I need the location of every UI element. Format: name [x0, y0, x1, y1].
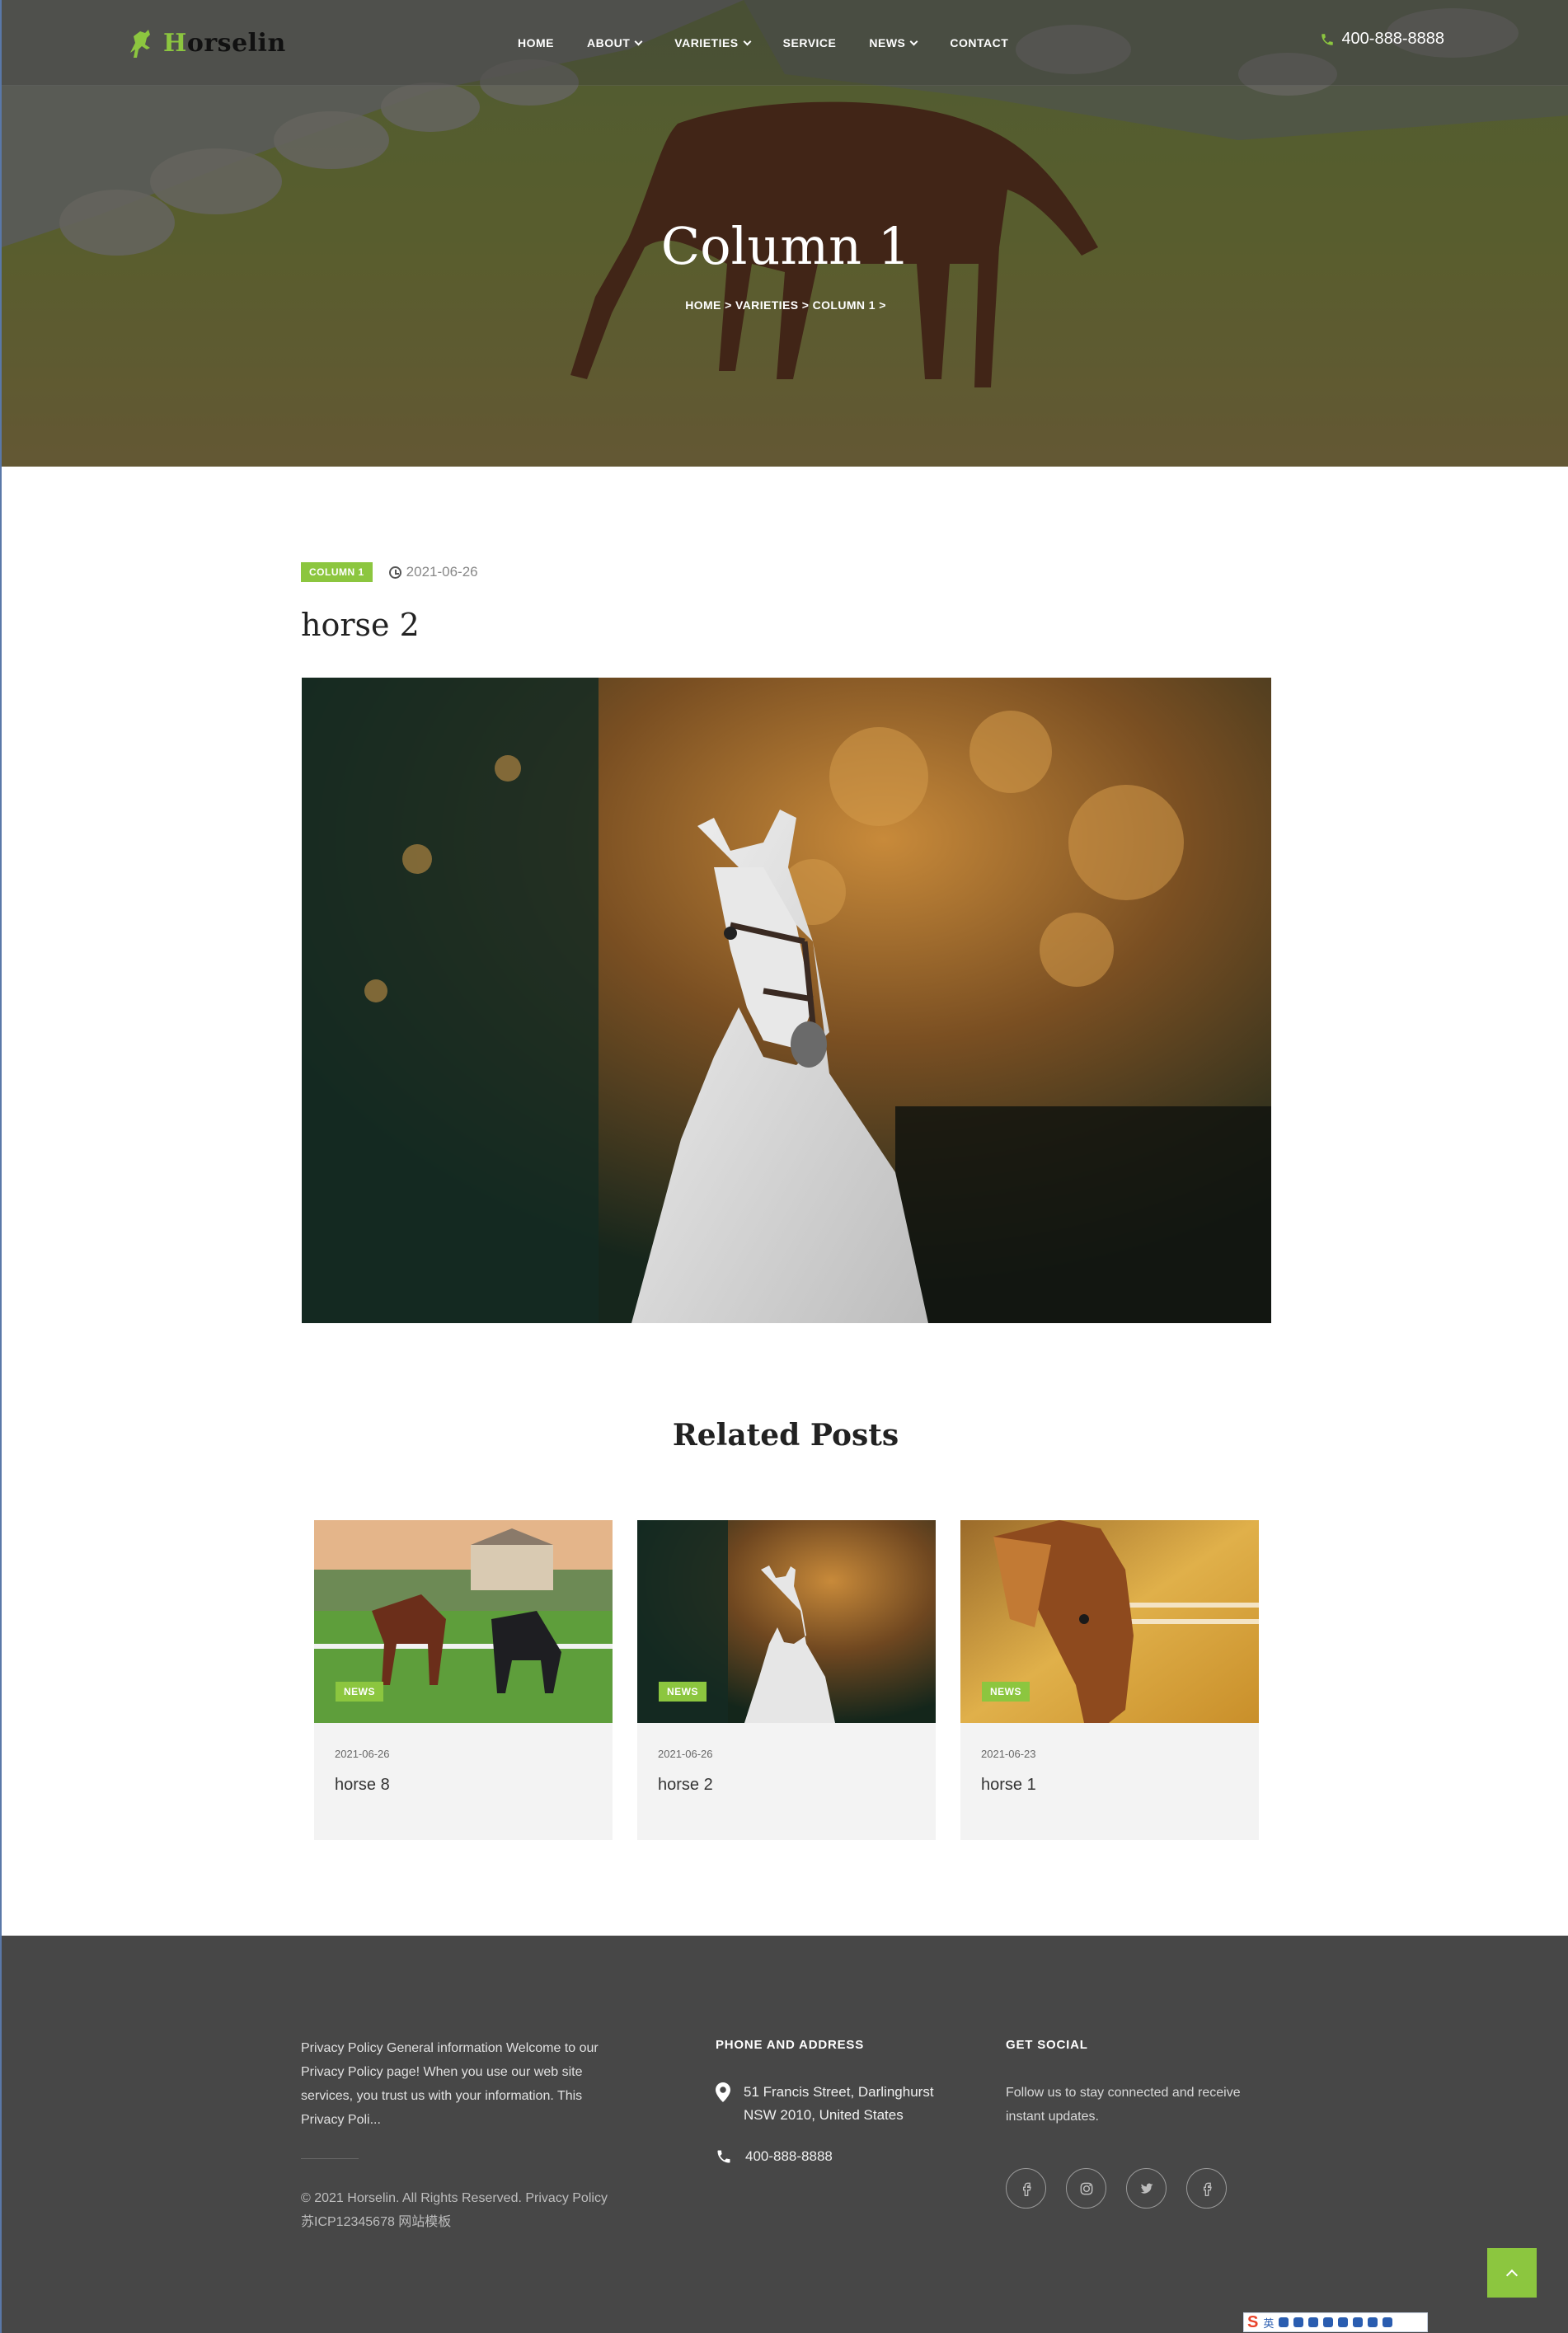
- post-title: horse 2: [301, 607, 420, 643]
- ime-tool-icon: [1293, 2317, 1304, 2327]
- nav-news-label: NEWS: [869, 36, 906, 49]
- related-post-card[interactable]: NEWS 2021-06-26 horse 8: [314, 1520, 613, 1840]
- nav-varieties-label: VARIETIES: [674, 36, 739, 49]
- breadcrumb-separator: >: [801, 298, 810, 312]
- footer-phone[interactable]: 400-888-8888: [716, 2148, 833, 2165]
- nav-varieties[interactable]: VARIETIES: [674, 31, 752, 54]
- top-navbar: Horselin HOME ABOUT VARIETIES SERVICE NE…: [2, 0, 1568, 86]
- instagram-icon: [1080, 2182, 1092, 2195]
- page-title: Column 1: [660, 216, 911, 276]
- nav-home-label: HOME: [518, 36, 554, 49]
- header-phone[interactable]: 400-888-8888: [1320, 30, 1444, 49]
- ime-tool-icon: [1323, 2317, 1334, 2327]
- facebook-icon: [1203, 2182, 1212, 2196]
- chevron-up-icon: [1505, 2269, 1519, 2282]
- site-logo[interactable]: Horselin: [125, 25, 286, 61]
- twitter-link[interactable]: [1126, 2168, 1167, 2209]
- phone-icon: [717, 2150, 730, 2163]
- breadcrumb-column[interactable]: COLUMN 1: [813, 298, 876, 312]
- related-post-image: NEWS: [314, 1520, 613, 1723]
- footer-address-text: 51 Francis Street, Darlinghurst NSW 2010…: [744, 2084, 934, 2123]
- ime-tool-icon: [1279, 2317, 1289, 2327]
- hero-banner: Horselin HOME ABOUT VARIETIES SERVICE NE…: [2, 0, 1568, 467]
- card-date: 2021-06-26: [658, 1748, 713, 1760]
- card-title[interactable]: horse 2: [658, 1776, 713, 1795]
- nav-about-label: ABOUT: [587, 36, 631, 49]
- footer-about-text: Privacy Policy General information Welco…: [301, 2041, 599, 2127]
- footer-address: 51 Francis Street, Darlinghurst NSW 2010…: [716, 2081, 966, 2127]
- nav-home[interactable]: HOME: [518, 31, 554, 54]
- ime-tool-icon: [1368, 2317, 1378, 2327]
- related-post-card[interactable]: NEWS 2021-06-23 horse 1: [960, 1520, 1259, 1840]
- back-to-top-button[interactable]: [1487, 2248, 1537, 2298]
- related-post-image: NEWS: [960, 1520, 1259, 1723]
- footer-social-heading: GET SOCIAL: [1006, 2038, 1088, 2052]
- chevron-down-icon: [909, 37, 918, 45]
- facebook-link-2[interactable]: [1186, 2168, 1227, 2209]
- breadcrumb-home[interactable]: HOME: [685, 298, 721, 312]
- breadcrumb-varieties[interactable]: VARIETIES: [735, 298, 798, 312]
- ime-tool-icon: [1353, 2317, 1364, 2327]
- breadcrumb-separator: >: [879, 298, 886, 312]
- card-title[interactable]: horse 8: [335, 1776, 390, 1795]
- chevron-down-icon: [743, 37, 752, 45]
- card-date: 2021-06-23: [981, 1748, 1036, 1760]
- post-meta: COLUMN 1 2021-06-26: [301, 562, 478, 582]
- post-date: 2021-06-26: [388, 564, 478, 580]
- nav-contact[interactable]: CONTACT: [950, 31, 1008, 54]
- social-links: [1006, 2168, 1227, 2209]
- white-horse-image: [302, 678, 1271, 1323]
- main-nav: HOME ABOUT VARIETIES SERVICE NEWS CONTAC…: [518, 31, 1041, 54]
- card-title[interactable]: horse 1: [981, 1776, 1036, 1795]
- nav-service[interactable]: SERVICE: [783, 31, 837, 54]
- horse-logo-icon: [130, 30, 150, 58]
- site-name: Horselin: [163, 29, 286, 58]
- nav-about[interactable]: ABOUT: [587, 31, 643, 54]
- facebook-link[interactable]: [1006, 2168, 1046, 2209]
- ime-tool-icon: [1308, 2317, 1319, 2327]
- nav-service-label: SERVICE: [782, 36, 837, 49]
- footer-social-text: Follow us to stay connected and receive …: [1006, 2086, 1241, 2124]
- related-post-card[interactable]: NEWS 2021-06-26 horse 2: [637, 1520, 936, 1840]
- breadcrumb: HOME > VARIETIES > COLUMN 1 >: [2, 298, 1568, 312]
- chevron-down-icon: [634, 37, 643, 45]
- location-pin-icon: [716, 2082, 730, 2102]
- footer-copyright[interactable]: © 2021 Horselin. All Rights Reserved. Pr…: [301, 2186, 614, 2234]
- phone-icon: [1322, 33, 1334, 45]
- related-posts-title: Related Posts: [672, 1418, 899, 1453]
- post-featured-image: [302, 678, 1271, 1323]
- card-badge: NEWS: [336, 1682, 383, 1702]
- facebook-icon: [1022, 2182, 1031, 2196]
- instagram-link[interactable]: [1066, 2168, 1106, 2209]
- ime-toolbar[interactable]: S 英: [1243, 2312, 1428, 2332]
- footer-phone-number: 400-888-8888: [745, 2148, 833, 2164]
- card-badge: NEWS: [982, 1682, 1030, 1702]
- ime-tool-icon: [1383, 2317, 1393, 2327]
- category-badge[interactable]: COLUMN 1: [301, 562, 373, 582]
- breadcrumb-separator: >: [725, 298, 732, 312]
- ime-tool-icon: [1338, 2317, 1349, 2327]
- related-post-image: NEWS: [637, 1520, 936, 1723]
- nav-news[interactable]: NEWS: [869, 31, 918, 54]
- sogou-icon: S: [1247, 2312, 1259, 2331]
- related-posts-list: NEWS 2021-06-26 horse 8 NEWS 2021-06-26 …: [314, 1520, 1259, 1840]
- card-badge: NEWS: [659, 1682, 707, 1702]
- post-date-text: 2021-06-26: [406, 564, 478, 580]
- clock-icon: [388, 566, 401, 579]
- site-footer: Privacy Policy General information Welco…: [2, 1936, 1568, 2333]
- logo-initial: H: [163, 28, 187, 58]
- card-date: 2021-06-26: [335, 1748, 390, 1760]
- footer-contact-heading: PHONE AND ADDRESS: [716, 2038, 865, 2052]
- nav-contact-label: CONTACT: [950, 36, 1009, 49]
- footer-divider: [301, 2158, 359, 2159]
- twitter-icon: [1140, 2183, 1153, 2194]
- header-phone-number: 400-888-8888: [1341, 30, 1444, 48]
- logo-rest: orselin: [186, 28, 286, 58]
- ime-language: 英: [1263, 2317, 1275, 2330]
